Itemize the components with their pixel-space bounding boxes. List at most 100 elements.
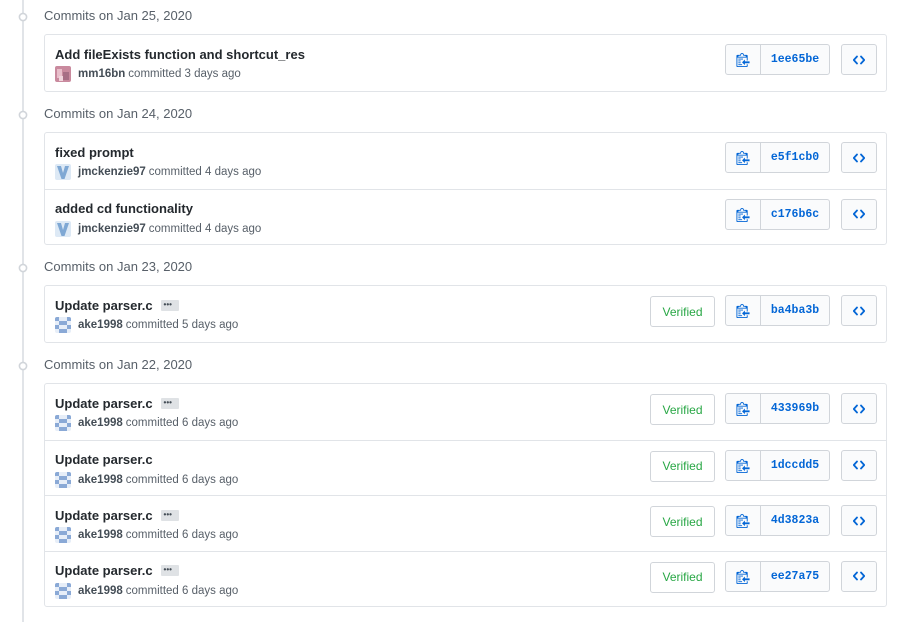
avatar[interactable]	[55, 471, 71, 488]
commit-message-link[interactable]: Add fileExists function and shortcut_res	[55, 47, 305, 62]
commit-time: committed 6 days ago	[125, 529, 239, 541]
sha-button-group: c176b6c	[725, 198, 830, 230]
commit-time: committed 3 days ago	[128, 68, 241, 80]
commit-time: committed 4 days ago	[148, 222, 262, 235]
commit-date-heading: Commits on Jan 23, 2020	[44, 259, 193, 274]
author-link[interactable]: ake1998	[78, 585, 123, 597]
expand-commit-message-button[interactable]: •••	[160, 509, 179, 521]
commit-sha-link[interactable]: ba4ba3b	[761, 296, 829, 325]
commit-node-icon	[17, 360, 29, 372]
author-link[interactable]: jmckenzie97	[78, 166, 146, 178]
browse-repository-button[interactable]	[841, 505, 877, 536]
copy-sha-button[interactable]	[726, 450, 761, 480]
commit-time: committed 6 days ago	[125, 417, 239, 429]
code-icon	[853, 570, 865, 582]
copy-sha-button[interactable]	[726, 394, 761, 423]
avatar[interactable]	[55, 66, 71, 82]
avatar[interactable]	[55, 220, 71, 237]
verified-badge[interactable]: Verified	[650, 450, 715, 482]
commit-date-heading: Commits on Jan 22, 2020	[44, 357, 193, 372]
commit-sha-link[interactable]: 1ee65be	[761, 45, 829, 74]
commit-list: Update parser.c ••• ake1998 committed 6 day…	[44, 383, 887, 607]
clippy-icon	[736, 207, 750, 222]
author-link[interactable]: ake1998	[78, 319, 123, 331]
timeline-line	[22, 0, 24, 622]
commit-list: Update parser.c ••• ake1998 committed 5 day…	[44, 285, 887, 343]
commit-message-link[interactable]: Update parser.c	[55, 396, 153, 411]
commit-sha-link[interactable]: 4d3823a	[761, 506, 829, 535]
commit-title-line: fixed prompt	[55, 143, 134, 161]
clippy-icon	[736, 150, 750, 165]
avatar[interactable]	[55, 527, 71, 543]
browse-repository-button[interactable]	[841, 198, 877, 230]
expand-commit-message-button[interactable]: •••	[160, 397, 179, 409]
avatar[interactable]	[55, 164, 71, 180]
browse-repository-button[interactable]	[841, 142, 877, 173]
commit-meta: ake1998 committed 6 days ago	[55, 471, 239, 488]
verified-badge[interactable]: Verified	[650, 506, 715, 537]
sha-button-group: 1ee65be	[725, 44, 830, 75]
commit-sha-link[interactable]: 433969b	[761, 394, 829, 423]
verified-badge[interactable]: Verified	[650, 561, 715, 593]
copy-sha-button[interactable]	[726, 143, 761, 172]
author-link[interactable]: ake1998	[78, 417, 123, 429]
commit-row: Update parser.c ake1998 committed 6 days a…	[45, 439, 886, 496]
commit-date-heading: Commits on Jan 25, 2020	[44, 8, 193, 23]
commit-time: committed 6 days ago	[125, 584, 239, 597]
commit-time: committed 5 days ago	[125, 319, 239, 331]
verified-badge[interactable]: Verified	[650, 394, 715, 425]
browse-repository-button[interactable]	[841, 560, 877, 592]
code-icon	[853, 54, 865, 66]
avatar[interactable]	[55, 582, 71, 599]
code-icon	[853, 305, 865, 317]
author-link[interactable]: jmckenzie97	[78, 223, 146, 235]
browse-repository-button[interactable]	[841, 44, 877, 75]
commit-message-link[interactable]: Update parser.c	[55, 563, 153, 578]
commit-group-header: Commits on Jan 22, 2020	[0, 354, 908, 378]
commit-message-link[interactable]: Update parser.c	[55, 298, 153, 313]
commit-title-line: added cd functionality	[55, 200, 193, 218]
author-link[interactable]: ake1998	[78, 474, 123, 486]
copy-sha-button[interactable]	[726, 506, 761, 535]
commit-sha-link[interactable]: ee27a75	[761, 562, 829, 591]
commit-row: added cd functionality jmckenzie97 committ…	[45, 188, 886, 245]
code-icon	[853, 403, 865, 415]
commit-sha-link[interactable]: 1dccdd5	[761, 451, 829, 480]
clippy-icon	[736, 52, 750, 67]
commit-meta: ake1998 committed 6 days ago	[55, 582, 239, 599]
commit-node-icon	[17, 11, 29, 23]
commit-group-header: Commits on Jan 23, 2020	[0, 256, 908, 280]
commit-sha-link[interactable]: c176b6c	[761, 200, 829, 229]
commit-meta: jmckenzie97 committed 4 days ago	[55, 164, 261, 180]
commit-message-link[interactable]: Update parser.c	[55, 452, 153, 467]
commit-meta: ake1998 committed 6 days ago	[55, 527, 238, 543]
expand-commit-message-button[interactable]: •••	[160, 565, 179, 576]
commit-time: committed 6 days ago	[125, 473, 239, 486]
commit-message-link[interactable]: Update parser.c	[55, 508, 153, 523]
copy-sha-button[interactable]	[726, 296, 761, 325]
expand-commit-message-button[interactable]: •••	[160, 299, 179, 311]
copy-sha-button[interactable]	[726, 561, 761, 591]
clippy-icon	[736, 513, 750, 528]
commit-message-link[interactable]: added cd functionality	[55, 201, 193, 216]
copy-sha-button[interactable]	[726, 45, 761, 74]
commit-node-icon	[17, 262, 29, 274]
browse-repository-button[interactable]	[841, 449, 877, 481]
copy-sha-button[interactable]	[726, 199, 761, 229]
commit-row: Update parser.c ••• ake1998 committed 6 day…	[45, 495, 886, 551]
ellipsis-icon: •••	[163, 565, 172, 574]
commit-meta: mm16bn committed 3 days ago	[55, 66, 241, 82]
commit-message-link[interactable]: fixed prompt	[55, 145, 134, 160]
browse-repository-button[interactable]	[841, 295, 877, 326]
clippy-icon	[736, 303, 750, 318]
avatar[interactable]	[55, 415, 71, 431]
browse-repository-button[interactable]	[841, 393, 877, 424]
commit-group-header: Commits on Jan 24, 2020	[0, 103, 908, 127]
avatar[interactable]	[55, 317, 71, 333]
author-link[interactable]: ake1998	[78, 529, 123, 541]
author-link[interactable]: mm16bn	[78, 68, 125, 80]
commit-list: fixed prompt jmckenzie97 committed 4 days …	[44, 132, 887, 245]
verified-badge[interactable]: Verified	[650, 296, 715, 327]
commit-sha-link[interactable]: e5f1cb0	[761, 143, 829, 172]
commit-title-line: Update parser.c •••	[55, 506, 179, 524]
